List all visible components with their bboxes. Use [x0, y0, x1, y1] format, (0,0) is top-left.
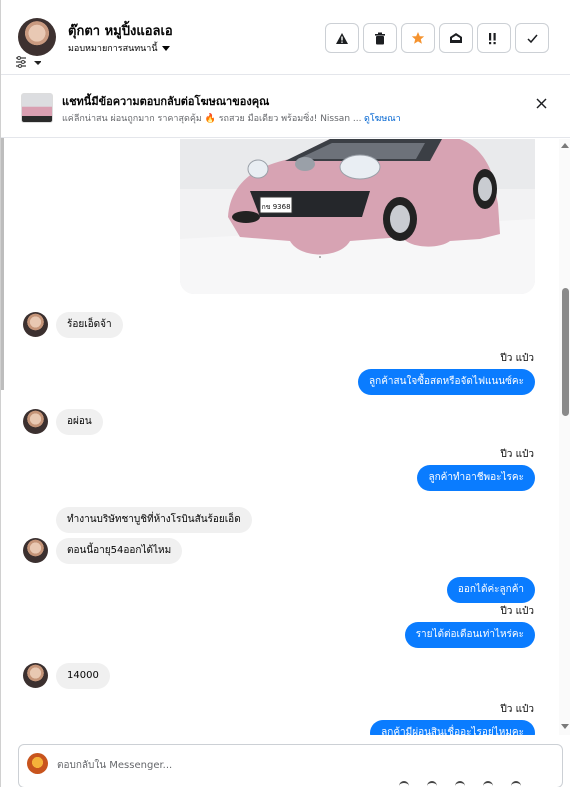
- done-icon: [526, 34, 538, 43]
- outgoing-message[interactable]: รายได้ต่อเดือนเท่าไหร่คะ: [404, 622, 535, 648]
- contact-avatar[interactable]: [18, 18, 56, 56]
- incoming-message[interactable]: ร้อยเอ็ดจ้า: [56, 312, 123, 338]
- mark-read-icon: [450, 33, 462, 43]
- header-actions: [325, 23, 549, 53]
- composer-tool-icon[interactable]: [399, 781, 409, 787]
- warning-icon: [336, 32, 348, 44]
- sender-name: ปีว แป๋ว: [500, 353, 534, 364]
- incoming-message[interactable]: ตอนนี้อายุ54ออกได้ไหม: [56, 538, 183, 564]
- scrollbar-thumb[interactable]: [562, 288, 569, 416]
- outgoing-message[interactable]: ลูกค้าสนใจซื้อสดหรือจัดไฟแนนซ์คะ: [358, 369, 535, 395]
- star-icon: [411, 32, 425, 44]
- assign-conversation-dropdown[interactable]: มอบหมายการสนทนานี้: [68, 41, 170, 55]
- composer-toolbar: [399, 781, 521, 787]
- car-image: กข 9368: [180, 139, 535, 294]
- license-plate: กข 9368: [261, 203, 290, 211]
- reply-input[interactable]: ตอบกลับใน Messenger...: [57, 758, 172, 773]
- mark-done-button[interactable]: [515, 23, 549, 53]
- sender-name: ปีว แป๋ว: [500, 449, 534, 460]
- message-thread[interactable]: กข 9368 ร้อยเอ็ดจ้า ปีว แป๋ว ลูกค้าสนใจซ…: [1, 139, 558, 735]
- outgoing-message[interactable]: ลูกค้ามีผ่อนสินเชื่ออะไรอยู่ไหมคะ: [370, 720, 535, 735]
- composer-tool-icon[interactable]: [427, 781, 437, 787]
- contact-name[interactable]: ตุ๊กตา หมูปิ้งแอลเอ: [68, 20, 173, 41]
- outgoing-message[interactable]: ออกได้ค่ะลูกค้า: [446, 577, 535, 603]
- scrollbar-track[interactable]: [559, 139, 570, 735]
- assign-label: มอบหมายการสนทนานี้: [68, 44, 158, 54]
- contact-avatar-small: [23, 312, 48, 337]
- filter-icon[interactable]: [15, 56, 41, 68]
- car-photo-attachment[interactable]: กข 9368: [180, 139, 535, 294]
- incoming-message[interactable]: 14000: [56, 663, 110, 689]
- chevron-down-icon: [161, 46, 170, 51]
- conversation-header: ตุ๊กตา หมูปิ้งแอลเอ มอบหมายการสนทนานี้: [1, 0, 570, 75]
- ad-banner-subtitle: แค่ลีกน่าสน ผ่อนถูกมาก ราคาสุดคุ้ม 🔥 รถส…: [62, 114, 362, 124]
- page-avatar: [27, 753, 48, 774]
- composer-tool-icon[interactable]: [455, 781, 465, 787]
- incoming-message[interactable]: อผ่อน: [56, 409, 103, 435]
- ad-thumbnail[interactable]: [21, 93, 53, 123]
- sender-name: ปีว แป๋ว: [500, 704, 534, 715]
- ad-reply-banner: แชทนี้มีข้อความตอบกลับต่อโฆษณาของคุณ แค่…: [1, 76, 570, 138]
- incoming-message[interactable]: ทำงานบริษัทชาบูชิที่ห้างโรบินสันร้อยเอ็ด: [56, 507, 252, 533]
- contact-avatar-small: [23, 409, 48, 434]
- contact-avatar-small: [23, 663, 48, 688]
- ad-banner-title: แชทนี้มีข้อความตอบกลับต่อโฆษณาของคุณ: [62, 95, 270, 108]
- report-button[interactable]: [325, 23, 359, 53]
- outgoing-message[interactable]: ลูกค้าทำอาชีพอะไรคะ: [417, 465, 535, 491]
- star-button[interactable]: [401, 23, 435, 53]
- trash-icon: [375, 32, 385, 44]
- view-ad-link[interactable]: ดูโฆษณา: [364, 111, 401, 125]
- scroll-up-arrow-icon[interactable]: [561, 143, 569, 148]
- follow-up-icon: [489, 32, 496, 44]
- composer-tool-icon[interactable]: [511, 781, 521, 787]
- mark-unread-button[interactable]: [439, 23, 473, 53]
- follow-up-button[interactable]: [477, 23, 511, 53]
- reply-composer[interactable]: ตอบกลับใน Messenger...: [18, 744, 563, 787]
- messenger-conversation-panel: ตุ๊กตา หมูปิ้งแอลเอ มอบหมายการสนทนานี้ แ…: [0, 0, 570, 787]
- composer-tool-icon[interactable]: [483, 781, 493, 787]
- scroll-down-arrow-icon[interactable]: [561, 724, 569, 729]
- close-icon[interactable]: [536, 98, 547, 109]
- sender-name: ปีว แป๋ว: [500, 606, 534, 617]
- contact-avatar-small: [23, 538, 48, 563]
- delete-button[interactable]: [363, 23, 397, 53]
